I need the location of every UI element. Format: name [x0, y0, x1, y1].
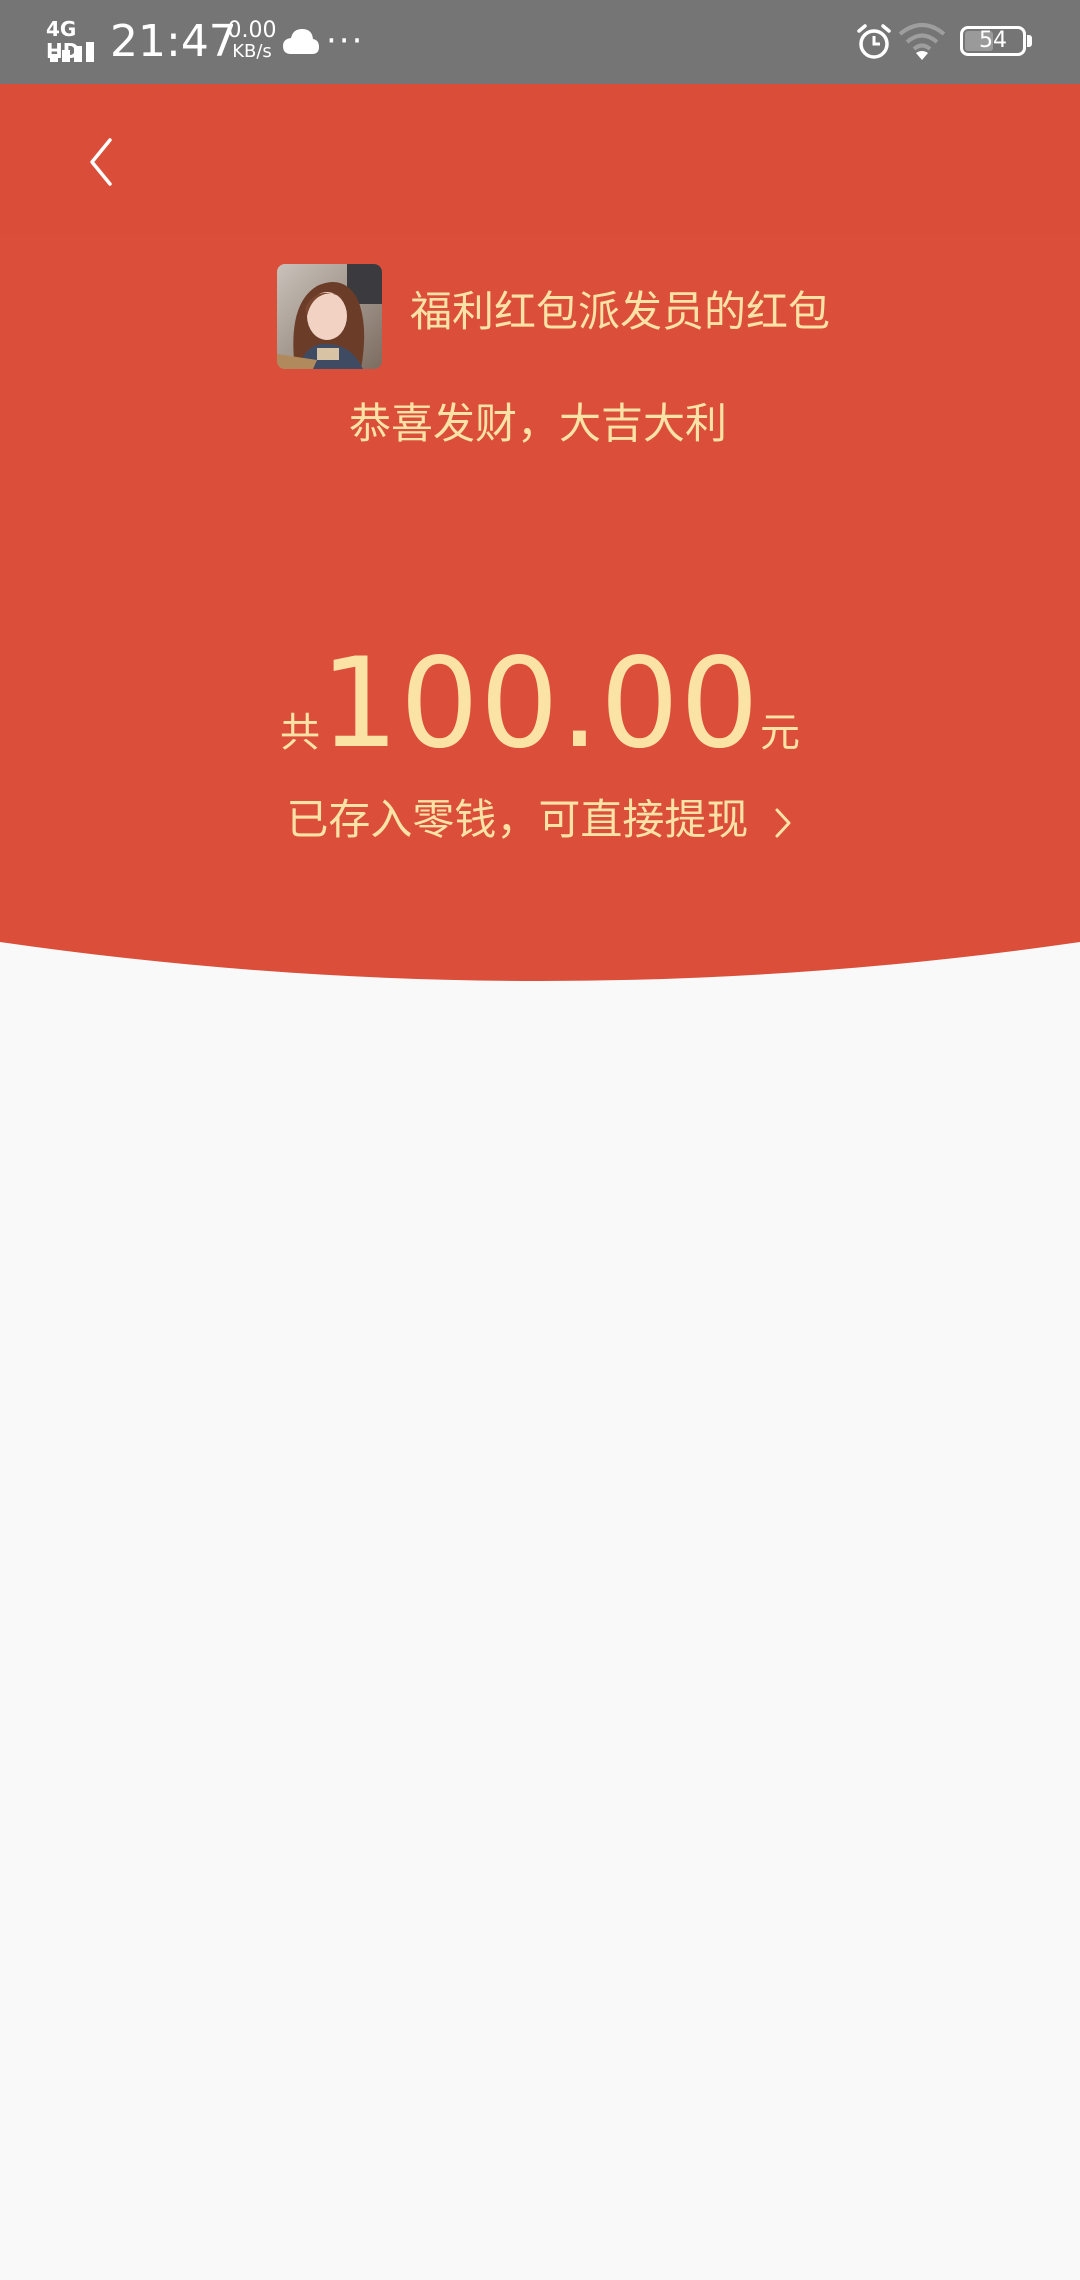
amount-row: 共100.00元	[0, 624, 1080, 784]
network-speed-value: 0.00	[227, 18, 277, 43]
chevron-right-icon	[775, 808, 791, 837]
amount-prefix: 共	[280, 710, 321, 756]
greeting-message: 恭喜发财，大吉大利	[348, 399, 727, 448]
back-button[interactable]	[76, 126, 132, 198]
red-packet-background	[0, 84, 1080, 981]
cloud-weather-icon	[283, 29, 319, 54]
red-packet-header: 福利红包派发员的红包 恭喜发财，大吉大利 共100.00元 已存入零钱，可直接提…	[0, 84, 1080, 988]
network-speed-unit: KB/s	[232, 41, 272, 62]
network-speed: 0.00 KB/s	[222, 20, 282, 62]
sender-title: 福利红包派发员的红包	[410, 287, 831, 336]
wallet-balance-link[interactable]: 已存入零钱，可直接提现	[0, 788, 1080, 852]
status-time: 21:47	[110, 16, 237, 67]
wallet-link-label: 已存入零钱，可直接提现	[286, 795, 749, 844]
battery-tip	[1027, 35, 1032, 47]
chevron-left-icon	[90, 138, 112, 186]
red-packet-detail-page: 4G HD 21:47 0.00 KB/s ···	[0, 0, 1080, 2280]
signal-bars-icon	[50, 42, 100, 62]
more-notifications-icon: ···	[326, 21, 365, 61]
battery-level-text: 54	[979, 28, 1007, 53]
network-signal-indicator: 4G HD	[46, 18, 100, 62]
avatar-photo	[277, 264, 382, 369]
amount-value: 100.00	[320, 632, 760, 776]
sender-avatar[interactable]	[277, 264, 382, 369]
alarm-clock-icon	[857, 24, 891, 59]
status-bar: 4G HD 21:47 0.00 KB/s ···	[0, 0, 1080, 84]
amount-currency: 元	[759, 710, 800, 756]
battery-icon: 54	[960, 26, 1026, 56]
wifi-icon	[898, 23, 946, 60]
sender-row: 福利红包派发员的红包	[0, 264, 1080, 372]
